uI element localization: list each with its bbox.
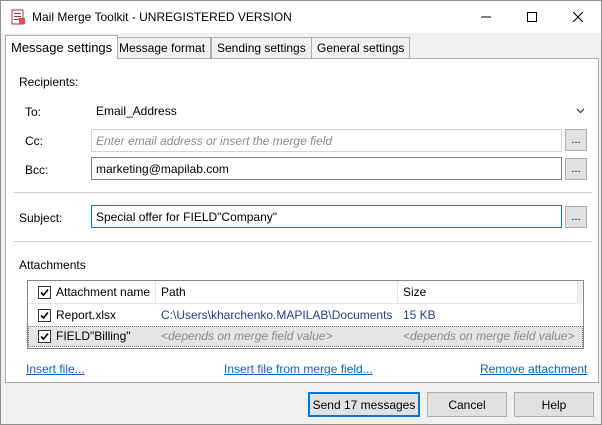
maximize-button[interactable] — [509, 1, 555, 33]
message-settings-panel: Recipients: To: Email_Address Cc: Enter … — [5, 58, 599, 383]
to-label: To: — [25, 105, 42, 119]
attachment-name: Report.xlsx — [56, 308, 117, 322]
cc-label: Cc: — [25, 134, 43, 148]
help-button[interactable]: Help — [514, 392, 594, 417]
bcc-value: marketing@mapilab.com — [96, 161, 229, 176]
attachments-table: Attachment name Path Size Report.xlsx C:… — [27, 280, 584, 349]
attachment-size: 15 KB — [403, 308, 436, 322]
row-checkbox[interactable] — [38, 309, 51, 322]
insert-file-link[interactable]: Insert file... — [26, 362, 85, 376]
tab-sending-settings[interactable]: Sending settings — [211, 37, 312, 58]
column-header-name[interactable]: Attachment name — [56, 285, 150, 299]
cancel-button[interactable]: Cancel — [427, 392, 507, 417]
checkmark-icon — [40, 288, 49, 297]
mail-merge-icon — [10, 9, 26, 25]
bcc-browse-button[interactable]: ... — [565, 158, 587, 180]
window-title: Mail Merge Toolkit - UNREGISTERED VERSIO… — [32, 10, 292, 24]
tab-strip: Message settings Message format Sending … — [5, 35, 602, 59]
cc-placeholder: Enter email address or insert the merge … — [96, 133, 333, 148]
column-divider[interactable] — [397, 281, 398, 304]
table-row[interactable]: FIELD"Billing" <depends on merge field v… — [28, 326, 583, 347]
title-bar: Mail Merge Toolkit - UNREGISTERED VERSIO… — [1, 1, 601, 33]
tab-message-settings[interactable]: Message settings — [5, 35, 119, 59]
tab-general-settings[interactable]: General settings — [311, 37, 411, 58]
attachments-heading: Attachments — [19, 258, 86, 272]
close-button[interactable] — [555, 1, 601, 33]
mail-merge-dialog: Mail Merge Toolkit - UNREGISTERED VERSIO… — [0, 0, 602, 425]
attachment-size: <depends on merge field value> — [403, 329, 575, 343]
insert-file-from-field-link[interactable]: Insert file from merge field... — [224, 362, 373, 376]
bcc-input[interactable]: marketing@mapilab.com — [91, 157, 562, 180]
recipients-heading: Recipients: — [19, 75, 79, 89]
row-checkbox[interactable] — [38, 330, 51, 343]
attachment-path: C:\Users\kharchenko.MAPILAB\Documents\ — [161, 308, 392, 322]
minimize-button[interactable] — [463, 1, 509, 33]
divider — [14, 241, 592, 242]
checkmark-icon — [40, 332, 49, 341]
attachment-path: <depends on merge field value> — [161, 329, 333, 343]
select-all-checkbox[interactable] — [38, 286, 51, 299]
send-messages-button[interactable]: Send 17 messages — [308, 392, 420, 417]
subject-value: Special offer for FIELD"Company" — [96, 209, 278, 224]
remove-attachment-link[interactable]: Remove attachment — [480, 362, 587, 376]
attachment-name: FIELD"Billing" — [56, 329, 131, 343]
checkmark-icon — [40, 311, 49, 320]
header-filler — [578, 281, 583, 304]
column-divider[interactable] — [155, 281, 156, 304]
subject-label: Subject: — [19, 211, 63, 225]
subject-input[interactable]: Special offer for FIELD"Company" — [91, 205, 562, 228]
table-row[interactable]: Report.xlsx C:\Users\kharchenko.MAPILAB\… — [28, 305, 583, 326]
column-header-size[interactable]: Size — [403, 285, 426, 299]
table-header: Attachment name Path Size — [28, 281, 583, 304]
column-header-path[interactable]: Path — [161, 285, 186, 299]
maximize-icon — [527, 12, 537, 22]
to-value: Email_Address — [96, 104, 177, 118]
subject-browse-button[interactable]: ... — [565, 206, 587, 228]
cc-browse-button[interactable]: ... — [565, 129, 587, 151]
minimize-icon — [481, 16, 491, 18]
chevron-down-icon — [576, 108, 585, 114]
bcc-label: Bcc: — [25, 163, 49, 177]
to-combobox[interactable]: Email_Address — [91, 100, 592, 122]
cc-input[interactable]: Enter email address or insert the merge … — [91, 129, 562, 152]
tab-message-format[interactable]: Message format — [113, 37, 212, 58]
close-icon — [573, 12, 583, 22]
divider — [14, 192, 592, 193]
